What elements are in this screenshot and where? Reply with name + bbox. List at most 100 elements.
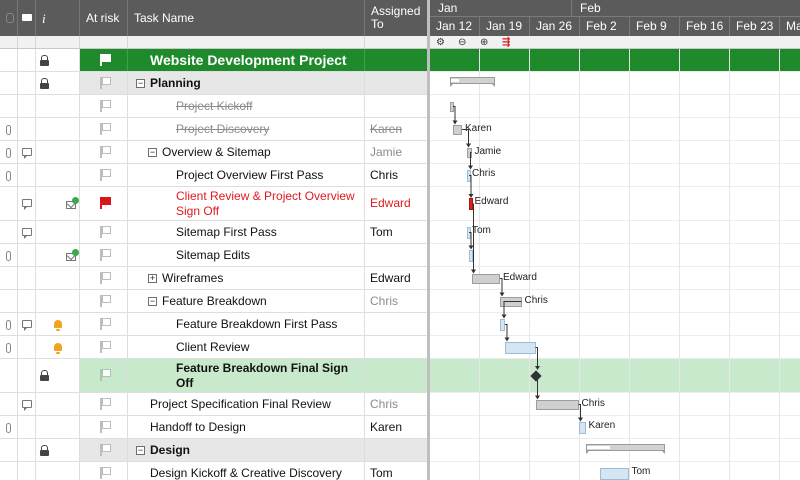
flag-icon[interactable] <box>100 99 108 112</box>
comment-icon[interactable] <box>22 199 32 210</box>
task-name-cell[interactable]: Website Development Project <box>128 49 365 71</box>
collapse-toggle[interactable]: − <box>148 147 157 157</box>
flag-icon[interactable] <box>100 294 108 307</box>
task-name-cell[interactable]: Client Review & Project Overview Sign Of… <box>128 187 365 220</box>
assigned-to-cell[interactable] <box>365 95 428 117</box>
project-row[interactable]: Website Development Project <box>0 49 428 72</box>
at-risk-cell[interactable] <box>80 359 128 392</box>
comment-cell[interactable] <box>18 267 36 289</box>
task-name-cell[interactable]: − Planning <box>128 72 365 94</box>
assigned-to-cell[interactable]: Tom <box>365 221 428 243</box>
attachment-cell[interactable] <box>0 164 18 186</box>
expand-toggle[interactable]: + <box>148 273 157 283</box>
flag-icon[interactable] <box>100 420 108 433</box>
collapse-toggle[interactable]: − <box>136 445 145 455</box>
task-name-cell[interactable]: Design Kickoff & Creative Discovery <box>128 462 365 480</box>
assigned-to-cell[interactable] <box>365 49 428 71</box>
task-row[interactable]: Design Kickoff & Creative Discovery Tom <box>0 462 428 480</box>
section-row[interactable]: − Design <box>0 439 428 462</box>
attachment-cell[interactable] <box>0 95 18 117</box>
task-name-cell[interactable]: Feature Breakdown Final Sign Off <box>128 359 365 392</box>
assigned-to-cell[interactable]: Karen <box>365 416 428 438</box>
task-row[interactable]: Feature Breakdown First Pass <box>0 313 428 336</box>
paperclip-icon[interactable] <box>6 124 11 135</box>
comment-cell[interactable] <box>18 49 36 71</box>
task-name-cell[interactable]: Handoff to Design <box>128 416 365 438</box>
assigned-to-cell[interactable]: Chris <box>365 164 428 186</box>
attachment-cell[interactable] <box>0 393 18 415</box>
flag-icon[interactable] <box>100 197 108 209</box>
paperclip-icon[interactable] <box>6 422 11 433</box>
comment-cell[interactable] <box>18 439 36 461</box>
attachment-cell[interactable] <box>0 49 18 71</box>
assigned-to-cell[interactable] <box>365 359 428 392</box>
flag-icon[interactable] <box>100 76 108 89</box>
assigned-to-cell[interactable] <box>365 72 428 94</box>
collapse-toggle[interactable]: − <box>148 296 157 306</box>
comment-cell[interactable] <box>18 187 36 220</box>
assigned-to-cell[interactable] <box>365 336 428 358</box>
flag-icon[interactable] <box>100 369 108 381</box>
at-risk-cell[interactable] <box>80 141 128 163</box>
paperclip-icon[interactable] <box>6 147 11 158</box>
at-risk-cell[interactable] <box>80 313 128 335</box>
flag-icon[interactable] <box>100 145 108 158</box>
comments-column-header[interactable] <box>18 0 36 36</box>
comment-cell[interactable] <box>18 313 36 335</box>
flag-icon[interactable] <box>100 225 108 238</box>
bell-icon[interactable] <box>54 319 62 331</box>
paperclip-icon[interactable] <box>6 319 11 330</box>
comment-cell[interactable] <box>18 393 36 415</box>
attachment-cell[interactable] <box>0 187 18 220</box>
assigned-to-cell[interactable] <box>365 313 428 335</box>
comment-icon[interactable] <box>22 399 32 411</box>
comment-icon[interactable] <box>22 319 32 331</box>
comment-cell[interactable] <box>18 164 36 186</box>
task-name-cell[interactable]: Client Review <box>128 336 365 358</box>
assigned-to-cell[interactable] <box>365 439 428 461</box>
at-risk-cell[interactable] <box>80 95 128 117</box>
comment-cell[interactable] <box>18 462 36 480</box>
flag-icon[interactable] <box>100 397 108 410</box>
assigned-to-cell[interactable]: Jamie <box>365 141 428 163</box>
attachment-cell[interactable] <box>0 359 18 392</box>
attachment-cell[interactable] <box>0 439 18 461</box>
task-name-cell[interactable]: Project Specification Final Review <box>128 393 365 415</box>
flag-icon[interactable] <box>100 466 108 479</box>
task-row[interactable]: + Wireframes Edward <box>0 267 428 290</box>
task-row[interactable]: Feature Breakdown Final Sign Off <box>0 359 428 393</box>
attachment-cell[interactable] <box>0 313 18 335</box>
flag-icon[interactable] <box>100 122 108 135</box>
task-name-cell[interactable]: − Design <box>128 439 365 461</box>
at-risk-cell[interactable] <box>80 416 128 438</box>
task-row[interactable]: Project Overview First Pass Chris <box>0 164 428 187</box>
comment-cell[interactable] <box>18 118 36 140</box>
task-name-cell[interactable]: + Wireframes <box>128 267 365 289</box>
at-risk-cell[interactable] <box>80 164 128 186</box>
attachment-cell[interactable] <box>0 244 18 266</box>
attachment-cell[interactable] <box>0 416 18 438</box>
assigned-to-cell[interactable]: Edward <box>365 187 428 220</box>
info-column-header[interactable]: i <box>36 0 80 36</box>
task-row[interactable]: Sitemap Edits <box>0 244 428 267</box>
paperclip-icon[interactable] <box>6 170 11 181</box>
task-name-cell[interactable]: Sitemap Edits <box>128 244 365 266</box>
at-risk-cell[interactable] <box>80 72 128 94</box>
comment-icon[interactable] <box>22 227 32 239</box>
at-risk-column-header[interactable]: At risk <box>80 0 128 36</box>
task-row[interactable]: − Feature Breakdown Chris <box>0 290 428 313</box>
flag-icon[interactable] <box>100 248 108 261</box>
assigned-to-cell[interactable] <box>365 244 428 266</box>
task-name-column-header[interactable]: Task Name <box>128 0 365 36</box>
task-name-cell[interactable]: − Feature Breakdown <box>128 290 365 312</box>
comment-cell[interactable] <box>18 221 36 243</box>
task-row[interactable]: Handoff to Design Karen <box>0 416 428 439</box>
comment-cell[interactable] <box>18 290 36 312</box>
paperclip-icon[interactable] <box>6 250 11 261</box>
task-row[interactable]: Project Discovery Karen <box>0 118 428 141</box>
assigned-to-cell[interactable]: Edward <box>365 267 428 289</box>
attachment-cell[interactable] <box>0 118 18 140</box>
attachments-column-header[interactable] <box>0 0 18 36</box>
bell-icon[interactable] <box>54 342 62 354</box>
task-row[interactable]: Project Specification Final Review Chris <box>0 393 428 416</box>
